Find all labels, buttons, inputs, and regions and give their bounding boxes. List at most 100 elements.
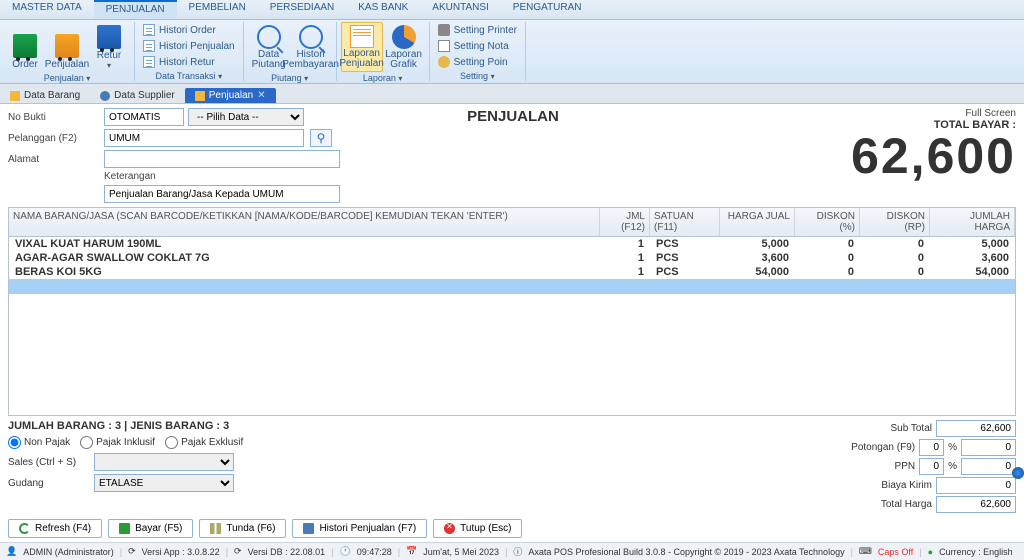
tab-master-data[interactable]: MASTER DATA: [0, 0, 94, 19]
totalharga-val: [936, 496, 1016, 513]
page-icon: [143, 56, 155, 68]
history-icon: [303, 523, 314, 534]
full-screen-link[interactable]: Full Screen: [596, 108, 1016, 119]
keterangan-input[interactable]: [104, 185, 340, 203]
status-date: Jum'at, 5 Mei 2023: [421, 547, 501, 557]
status-caps: Caps Off: [876, 547, 915, 557]
money-icon: [119, 523, 130, 534]
cart-blue-icon: [97, 25, 121, 49]
tab-kas-bank[interactable]: KAS BANK: [346, 0, 420, 19]
tutup-button[interactable]: Tutup (Esc): [433, 519, 522, 538]
document-tabs: Data Barang Data Supplier Penjualan✕: [0, 84, 1024, 104]
refresh-button[interactable]: Refresh (F4): [8, 519, 102, 538]
cart-green-icon: [13, 34, 37, 58]
pelanggan-input[interactable]: [104, 129, 304, 147]
status-build: Axata POS Profesional Build 3.0.8 - Copy…: [526, 547, 846, 557]
status-versi-db: Versi DB : 22.08.01: [246, 547, 328, 557]
potongan-val[interactable]: [961, 439, 1016, 456]
pause-icon: [210, 523, 221, 534]
alamat-label: Alamat: [8, 154, 98, 165]
status-versi-app: Versi App : 3.0.8.22: [140, 547, 222, 557]
tab-pembelian[interactable]: PEMBELIAN: [177, 0, 258, 19]
doc-tab-data-barang[interactable]: Data Barang: [0, 88, 90, 103]
radio-non-pajak[interactable]: Non Pajak: [8, 436, 70, 449]
biaya-label: Biaya Kirim: [881, 480, 932, 491]
ribbon-setting-poin[interactable]: Setting Poin: [434, 54, 512, 70]
tunda-button[interactable]: Tunda (F6): [199, 519, 286, 538]
person-icon: [100, 91, 110, 101]
ribbon-histori-pembayaran[interactable]: Histori Pembayaran: [290, 22, 332, 72]
alamat-input[interactable]: [104, 150, 340, 168]
jumlah-summary: JUMLAH BARANG : 3 | JENIS BARANG : 3: [8, 420, 243, 432]
status-currency: Currency : English: [937, 547, 1015, 557]
radio-pajak-inklusif[interactable]: Pajak Inklusif: [80, 436, 155, 449]
pelanggan-label: Pelanggan (F2): [8, 133, 98, 144]
printer-icon: [438, 24, 450, 36]
tab-persediaan[interactable]: PERSEDIAAN: [258, 0, 346, 19]
ppn-val[interactable]: [961, 458, 1016, 475]
totalharga-label: Total Harga: [881, 499, 932, 510]
ribbon-setting-nota[interactable]: Setting Nota: [434, 38, 513, 54]
no-bukti-label: No Bukti: [8, 112, 98, 123]
status-user: ADMIN (Administrator): [21, 547, 116, 557]
pelanggan-lookup-button[interactable]: ⚲: [310, 129, 332, 147]
close-icon: [444, 523, 455, 534]
note-icon: [438, 40, 450, 52]
pie-chart-icon: [392, 25, 416, 49]
page-icon: [143, 40, 155, 52]
ribbon-penjualan[interactable]: Penjualan: [46, 22, 88, 72]
total-bayar-value: 62,600: [596, 131, 1016, 181]
bayar-button[interactable]: Bayar (F5): [108, 519, 193, 538]
items-grid: NAMA BARANG/JASA (SCAN BARCODE/KETIKKAN …: [8, 207, 1016, 416]
square-icon: [10, 91, 20, 101]
table-row-empty[interactable]: [9, 279, 1015, 294]
chevron-down-icon: ▾: [107, 61, 111, 70]
sales-select[interactable]: [94, 453, 234, 471]
table-row[interactable]: AGAR-AGAR SWALLOW COKLAT 7G1PCS3,600003,…: [9, 251, 1015, 265]
info-badge-icon[interactable]: [1012, 467, 1024, 479]
main-tabs: MASTER DATA PENJUALAN PEMBELIAN PERSEDIA…: [0, 0, 1024, 20]
ribbon-laporan-penjualan[interactable]: Laporan Penjualan: [341, 22, 383, 72]
lookup-icon: ⚲: [317, 131, 326, 145]
sales-label: Sales (Ctrl + S): [8, 457, 88, 468]
ribbon-laporan-grafik[interactable]: Laporan Grafik: [383, 22, 425, 72]
tab-penjualan[interactable]: PENJUALAN: [94, 0, 177, 19]
ribbon-setting-printer[interactable]: Setting Printer: [434, 22, 521, 38]
subtotal-label: Sub Total: [890, 423, 932, 434]
radio-pajak-exklusif[interactable]: Pajak Exklusif: [165, 436, 243, 449]
keterangan-label: Keterangan: [104, 171, 304, 182]
ribbon: Order Penjualan Retur▾ Penjualan ▾ Histo…: [0, 20, 1024, 84]
page-title: PENJUALAN: [438, 108, 588, 203]
page-icon: [143, 24, 155, 36]
close-icon[interactable]: ✕: [257, 90, 265, 101]
potongan-pct[interactable]: [919, 439, 944, 456]
ppn-label: PPN: [895, 461, 916, 472]
status-bar: 👤ADMIN (Administrator)| ⟳Versi App : 3.0…: [0, 542, 1024, 560]
pilih-data-select[interactable]: -- Pilih Data --: [188, 108, 304, 126]
potongan-label: Potongan (F9): [851, 442, 915, 453]
refresh-icon: [19, 523, 30, 534]
cart-orange-icon: [55, 34, 79, 58]
gudang-select[interactable]: ETALASE: [94, 474, 234, 492]
no-bukti-input[interactable]: [104, 108, 184, 126]
ribbon-histori-retur[interactable]: Histori Retur: [139, 54, 219, 70]
table-row[interactable]: VIXAL KUAT HARUM 190ML1PCS5,000005,000: [9, 237, 1015, 251]
magnify-icon: [257, 25, 281, 49]
ppn-pct[interactable]: [919, 458, 944, 475]
subtotal-value: [936, 420, 1016, 437]
doc-tab-data-supplier[interactable]: Data Supplier: [90, 88, 185, 103]
ribbon-retur[interactable]: Retur▾: [88, 22, 130, 72]
ribbon-order[interactable]: Order: [4, 22, 46, 72]
doc-tab-penjualan[interactable]: Penjualan✕: [185, 88, 276, 103]
ribbon-histori-order[interactable]: Histori Order: [139, 22, 220, 38]
table-row[interactable]: BERAS KOI 5KG1PCS54,0000054,000: [9, 265, 1015, 279]
status-time: 09:47:28: [355, 547, 394, 557]
ribbon-histori-penjualan[interactable]: Histori Penjualan: [139, 38, 239, 54]
grid-header: NAMA BARANG/JASA (SCAN BARCODE/KETIKKAN …: [9, 208, 1015, 237]
coin-icon: [438, 56, 450, 68]
biaya-val[interactable]: [936, 477, 1016, 494]
histori-button[interactable]: Histori Penjualan (F7): [292, 519, 427, 538]
magnify-icon: [299, 25, 323, 49]
tab-pengaturan[interactable]: PENGATURAN: [501, 0, 594, 19]
tab-akuntansi[interactable]: AKUNTANSI: [420, 0, 501, 19]
